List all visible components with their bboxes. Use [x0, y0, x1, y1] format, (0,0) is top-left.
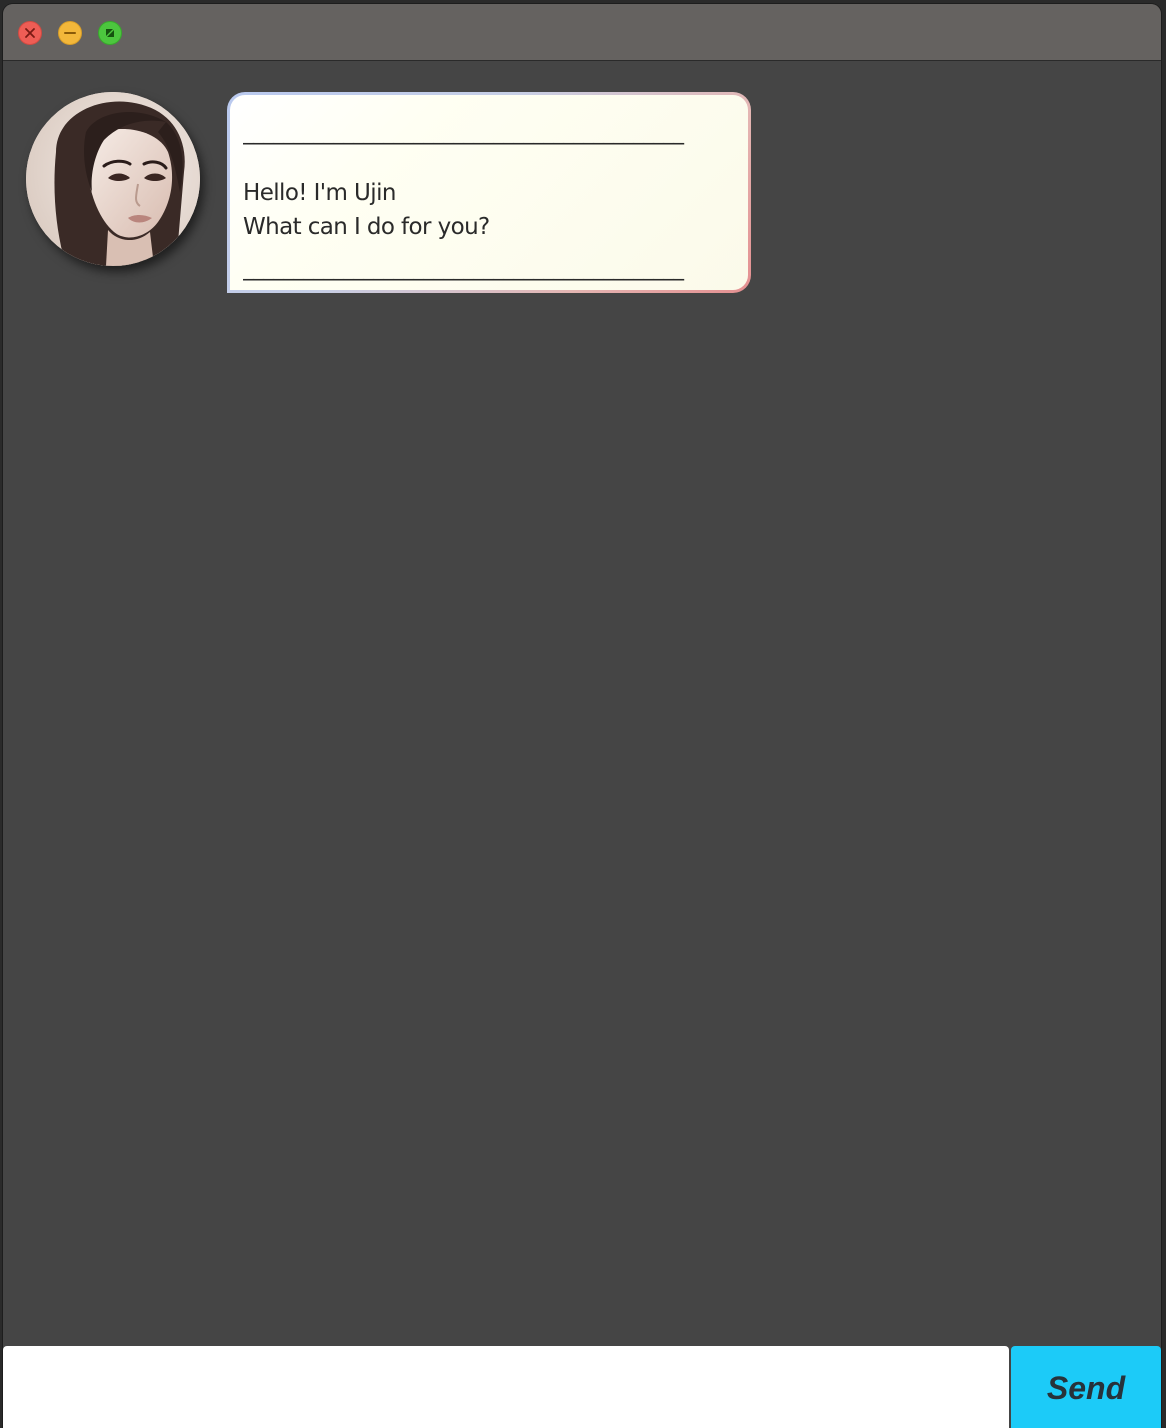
app-window: ________________________________________…	[3, 4, 1161, 1428]
message-divider-top: ________________________________________…	[243, 120, 684, 145]
message-line-question: What can I do for you?	[243, 214, 490, 240]
bot-message-text: ________________________________________…	[230, 95, 748, 290]
maximize-button[interactable]	[98, 21, 122, 45]
message-divider-bottom: ________________________________________…	[243, 256, 684, 281]
minimize-button[interactable]	[58, 21, 82, 45]
message-line-greeting: Hello! I'm Ujin	[243, 180, 396, 206]
close-button[interactable]	[18, 21, 42, 45]
send-button[interactable]: Send	[1011, 1346, 1161, 1428]
message-input[interactable]	[3, 1346, 1009, 1428]
dialog-container[interactable]: ________________________________________…	[3, 61, 1161, 1345]
avatar-portrait-icon	[26, 92, 200, 266]
maximize-icon	[106, 29, 114, 37]
close-icon	[25, 28, 35, 38]
minimize-icon	[64, 32, 76, 34]
title-bar	[3, 4, 1161, 61]
bot-avatar	[26, 92, 200, 266]
bot-message-bubble: ________________________________________…	[227, 92, 751, 293]
input-bar: Send	[3, 1345, 1161, 1428]
